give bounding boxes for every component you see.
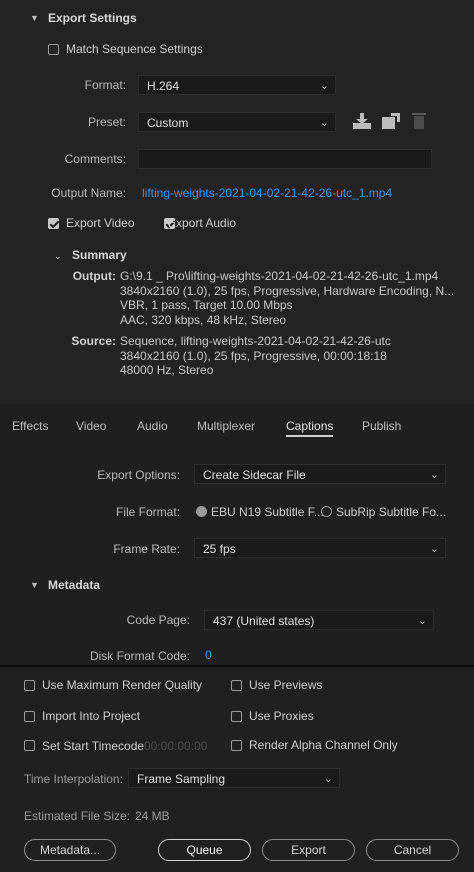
comments-label: Comments: (64, 152, 126, 166)
export-audio-label: Export Audio (168, 216, 237, 230)
output-name-link[interactable]: lifting-weights-2021-04-02-21-42-26-utc_… (142, 186, 392, 200)
preset-label: Preset: (87, 115, 126, 129)
chevron-down-icon: ⌄ (429, 469, 439, 481)
export-video-label: Export Video (66, 216, 135, 230)
preset-value: Custom (147, 116, 189, 130)
est-size-label: Estimated File Size: (24, 809, 131, 823)
delete-preset-icon[interactable] (411, 111, 427, 130)
export-button[interactable]: Export (262, 839, 355, 861)
subrip-radio[interactable] (321, 506, 332, 517)
use-previews-checkbox[interactable] (231, 680, 242, 691)
use-proxies-checkbox[interactable] (231, 711, 242, 722)
summary-output-line: VBR, 1 pass, Target 10.00 Mbps (120, 298, 293, 312)
match-sequence-checkbox[interactable] (48, 44, 59, 55)
import-project-checkbox[interactable] (24, 711, 35, 722)
disk-format-label: Disk Format Code: (89, 649, 190, 663)
summary-output-label: Output: (72, 269, 116, 283)
chevron-down-icon: ⌄ (417, 615, 427, 627)
collapse-caret-icon[interactable]: ▼ (30, 13, 39, 23)
code-page-dropdown[interactable]: 437 (United states) ⌄ (204, 610, 434, 630)
subrip-label: SubRip Subtitle Fo... (336, 505, 447, 519)
summary-source-line: 3840x2160 (1.0), 25 fps, Progressive, 00… (120, 348, 387, 363)
metadata-button[interactable]: Metadata... (24, 839, 116, 861)
format-label: Format: (84, 78, 126, 92)
export-options-label: Export Options: (97, 468, 180, 482)
file-format-label: File Format: (115, 505, 180, 519)
export-video-checkbox[interactable] (48, 218, 59, 229)
cancel-button[interactable]: Cancel (366, 839, 459, 861)
tab-publish[interactable]: Publish (362, 419, 401, 433)
tab-effects[interactable]: Effects (12, 419, 48, 433)
frame-rate-value: 25 fps (203, 542, 236, 556)
summary-source-line: Sequence, lifting-weights-2021-04-02-21-… (120, 334, 391, 348)
export-options-dropdown[interactable]: Create Sidecar File ⌄ (194, 464, 446, 484)
chevron-down-icon: ⌄ (319, 80, 329, 92)
frame-rate-dropdown[interactable]: 25 fps ⌄ (194, 538, 446, 558)
ebu-label: EBU N19 Subtitle F... (211, 505, 324, 519)
output-name-label: Output Name: (51, 186, 126, 200)
format-dropdown[interactable]: H.264 ⌄ (138, 75, 336, 95)
metadata-header: Metadata (48, 578, 101, 592)
comments-input[interactable] (138, 149, 432, 169)
metadata-caret-icon[interactable]: ▼ (30, 580, 39, 590)
save-preset-icon[interactable] (352, 112, 372, 130)
summary-caret-icon[interactable]: ⌄ (54, 251, 62, 262)
export-settings-header: Export Settings (48, 11, 137, 25)
summary-source-block: Sequence, lifting-weights-2021-04-02-21-… (120, 334, 470, 378)
time-interp-dropdown[interactable]: Frame Sampling ⌄ (128, 768, 340, 788)
code-page-label: Code Page: (126, 613, 190, 627)
max-render-checkbox[interactable] (24, 680, 35, 691)
chevron-down-icon: ⌄ (323, 773, 333, 785)
tab-audio[interactable]: Audio (137, 419, 168, 433)
import-project-label: Import Into Project (42, 709, 141, 723)
preset-dropdown[interactable]: Custom ⌄ (138, 112, 336, 132)
match-sequence-label: Match Sequence Settings (66, 42, 203, 56)
tab-video[interactable]: Video (76, 419, 106, 433)
render-alpha-checkbox[interactable] (231, 740, 242, 751)
chevron-down-icon: ⌄ (429, 543, 439, 555)
max-render-label: Use Maximum Render Quality (42, 678, 203, 692)
time-interp-value: Frame Sampling (137, 772, 226, 786)
frame-rate-label: Frame Rate: (113, 542, 180, 556)
start-timecode-label: Set Start Timecode (42, 739, 145, 753)
summary-source-label: Source: (71, 334, 116, 348)
format-value: H.264 (147, 79, 180, 93)
est-size-value: 24 MB (135, 809, 170, 823)
tab-multiplexer[interactable]: Multiplexer (197, 419, 255, 433)
start-timecode-input[interactable]: 00:00:00:00 (144, 739, 207, 753)
time-interp-label: Time Interpolation: (24, 772, 123, 786)
summary-source-line: 48000 Hz, Stereo (120, 363, 214, 377)
disk-format-value[interactable]: 0 (205, 648, 212, 662)
ebu-radio[interactable] (196, 506, 207, 517)
tab-captions[interactable]: Captions (286, 419, 334, 437)
queue-button[interactable]: Queue (158, 839, 251, 861)
chevron-down-icon: ⌄ (319, 117, 329, 129)
summary-output-line: AAC, 320 kbps, 48 kHz, Stereo (120, 312, 287, 327)
summary-output-block: G:\9.1 _ Pro\lifting-weights-2021-04-02-… (120, 269, 470, 327)
summary-output-line: 3840x2160 (1.0), 25 fps, Progressive, Ha… (120, 283, 455, 298)
use-proxies-label: Use Proxies (249, 709, 314, 723)
import-preset-icon[interactable] (381, 112, 401, 130)
render-alpha-label: Render Alpha Channel Only (249, 738, 398, 752)
export-options-value: Create Sidecar File (203, 468, 306, 482)
use-previews-label: Use Previews (249, 678, 323, 692)
summary-output-line: G:\9.1 _ Pro\lifting-weights-2021-04-02-… (120, 269, 439, 283)
code-page-value: 437 (United states) (213, 614, 315, 628)
start-timecode-checkbox[interactable] (24, 740, 35, 751)
summary-header: Summary (72, 248, 127, 262)
